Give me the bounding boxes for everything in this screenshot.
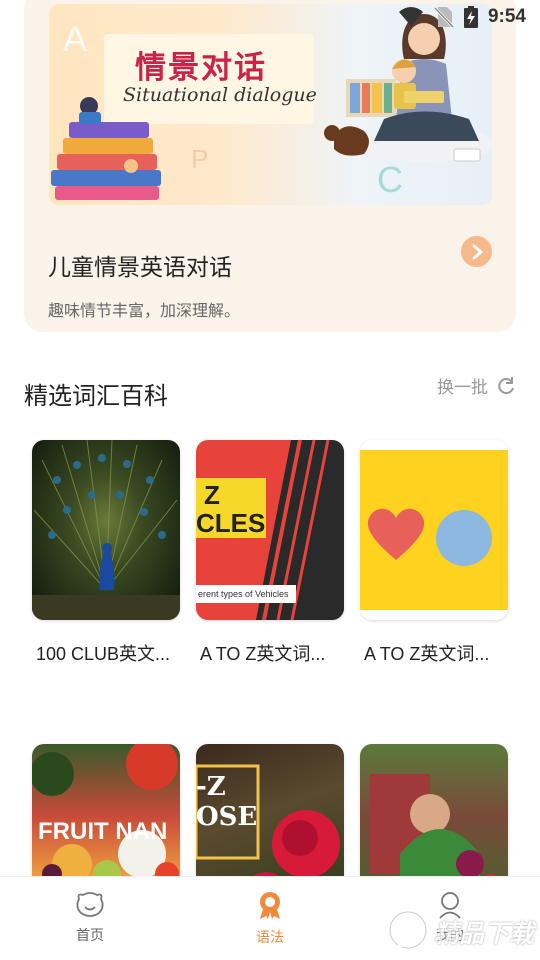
chevron-right-icon	[472, 244, 482, 259]
tile-caption: erent types of Vehicles	[198, 589, 289, 599]
mother-child-reading-illustration	[324, 14, 492, 162]
refresh-batch-button[interactable]: 换一批	[437, 373, 516, 398]
card-description: 趣味情节丰富，加深理解。	[48, 301, 241, 320]
tile-image-peacock	[32, 440, 180, 620]
vocab-tile[interactable]: 100 CLUB英文...	[32, 440, 180, 664]
watermark: 精品下载	[386, 908, 534, 956]
no-sim-icon	[433, 6, 454, 28]
tile-label: A TO Z英文词...	[200, 644, 326, 664]
tile-label: A TO Z英文词...	[364, 644, 490, 664]
status-time: 9:54	[487, 6, 526, 27]
wifi-icon	[398, 7, 423, 27]
card-title: 儿童情景英语对话	[48, 255, 232, 281]
nav-grammar[interactable]: 语法	[180, 877, 360, 960]
tile-overlay-text: FRUIT NAN	[38, 818, 168, 845]
section-title: 精选词汇百科	[24, 382, 168, 410]
refresh-label: 换一批	[437, 378, 488, 398]
deco-letter-p: P	[191, 144, 209, 174]
books-stack-illustration	[51, 97, 161, 200]
card-arrow-button[interactable]	[461, 236, 492, 267]
battery-charging-icon	[463, 6, 478, 28]
nav-label: 语法	[256, 930, 284, 946]
tile-image-shapes	[360, 440, 508, 620]
refresh-icon	[498, 376, 514, 394]
banner-image-title: 情景对话	[135, 50, 267, 86]
tile-overlay-ose: OSE	[196, 802, 258, 832]
peacock-illustration	[32, 440, 180, 620]
status-bar: 9:54	[0, 0, 540, 36]
tile-overlay-z: Z	[204, 480, 220, 510]
tile-overlay-cles: CLES	[196, 508, 266, 538]
tile-label: 100 CLUB英文...	[36, 644, 171, 664]
watermark-text: 精品下载	[433, 919, 534, 948]
tile-overlay-z: -Z	[196, 772, 226, 802]
nav-home[interactable]: 首页	[0, 877, 180, 960]
vocab-tile[interactable]: Z CLES erent types of Vehicles A TO Z英文词…	[196, 440, 344, 664]
face-icon	[76, 892, 104, 917]
vocab-tile[interactable]: A TO Z英文词...	[360, 440, 508, 664]
status-icons: 9:54	[398, 6, 526, 28]
nav-label: 首页	[76, 928, 104, 944]
shapes-cover-illustration	[360, 450, 508, 610]
watermark-logo-icon	[387, 910, 428, 954]
banner-image-subtitle: Situational dialogue	[123, 84, 317, 106]
tile-image-vehicles: Z CLES erent types of Vehicles	[196, 440, 344, 620]
situational-dialogue-card[interactable]: A P C 情景对话 Situational dialogue	[24, 0, 516, 332]
award-icon	[260, 892, 280, 919]
